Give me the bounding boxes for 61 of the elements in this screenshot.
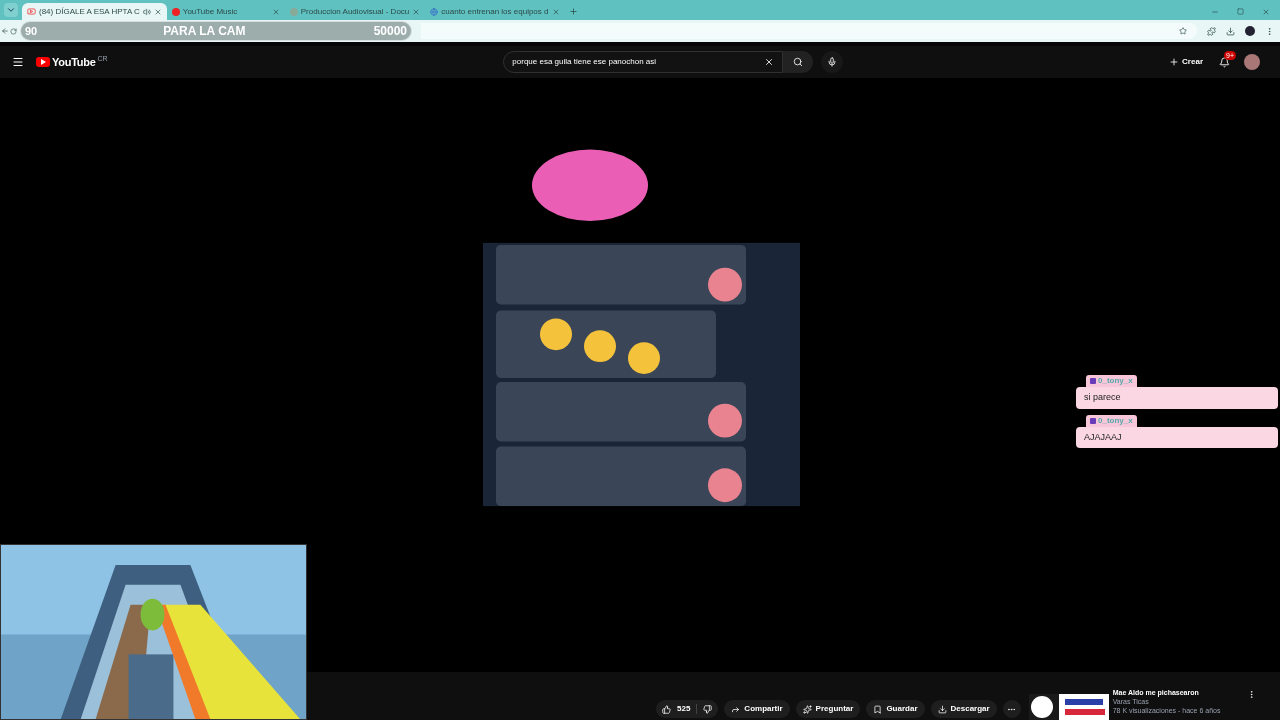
globe-icon — [430, 7, 439, 16]
back-icon[interactable] — [1, 27, 9, 35]
action-button[interactable]: Preguntar — [795, 700, 861, 718]
address-field[interactable] — [421, 23, 1197, 39]
profile-avatar[interactable] — [1245, 26, 1255, 36]
voice-search-button[interactable] — [821, 51, 844, 73]
badge-icon — [1090, 378, 1096, 384]
maximize-icon[interactable] — [1237, 8, 1244, 15]
close-icon — [271, 7, 280, 16]
reload-icon[interactable] — [10, 27, 17, 35]
clear-icon[interactable] — [764, 57, 775, 67]
create-button[interactable]: Crear — [1169, 56, 1203, 68]
chevron-icon — [6, 5, 16, 15]
bookmark-icon — [873, 704, 883, 714]
close-icon — [412, 7, 421, 16]
badge-icon — [1090, 417, 1096, 424]
browser-tab[interactable]: (84) DÍGALE A ESA HPTA C — [22, 3, 167, 20]
search-text: porque esa guila tiene ese panochon asi — [512, 56, 658, 68]
goal-label: PARA LA CAM — [163, 23, 246, 40]
chat-message: si parece — [1076, 387, 1278, 409]
like-dislike-control[interactable]: 525 — [656, 700, 719, 718]
browser-tab[interactable]: Produccion Audiovisual - Docu — [284, 3, 426, 20]
goal-current: 90 — [25, 23, 38, 39]
speaker-icon — [142, 7, 151, 16]
tab-title: YouTube Music — [182, 6, 239, 17]
menu-icon[interactable] — [12, 56, 24, 68]
play-icon — [36, 57, 50, 67]
like-count: 525 — [677, 703, 691, 715]
action-button[interactable]: Descargar — [930, 700, 997, 718]
tab-title: (84) DÍGALE A ESA HPTA C — [39, 6, 140, 17]
chat-message: AJAJAAJ — [1076, 426, 1278, 448]
plus-icon — [1169, 57, 1180, 67]
like-icon — [662, 704, 671, 714]
download-icon[interactable] — [1226, 26, 1235, 36]
chat-username: 0_tony_x — [1086, 414, 1137, 427]
search-button[interactable] — [783, 51, 814, 73]
share-icon — [731, 704, 741, 714]
search-icon — [793, 57, 804, 67]
chat-username: 0_tony_x — [1086, 375, 1137, 387]
extensions-icon[interactable] — [1207, 26, 1216, 36]
close-icon — [551, 7, 560, 16]
tab-title: Produccion Audiovisual - Docu — [300, 6, 410, 17]
mic-icon — [827, 57, 838, 67]
sparkle-icon — [802, 704, 812, 714]
browser-tab[interactable]: YouTube Music — [166, 3, 285, 20]
dislike-icon — [703, 704, 713, 714]
search-field[interactable]: porque esa guila tiene ese panochon asi — [503, 51, 784, 73]
action-button[interactable]: Guardar — [866, 700, 925, 718]
user-avatar[interactable] — [1244, 54, 1260, 70]
notifications-icon[interactable] — [1219, 56, 1230, 68]
goal-target: 50000 — [373, 23, 407, 40]
bookmark-icon — [1179, 27, 1187, 35]
tab-title: cuanto entrenan los equipos d — [441, 6, 549, 17]
close-icon[interactable] — [1262, 8, 1270, 16]
action-button[interactable]: Compartir — [724, 700, 790, 718]
close-icon — [153, 7, 162, 16]
new-tab-icon[interactable] — [568, 7, 578, 16]
download-icon — [937, 704, 947, 714]
video-icon — [27, 7, 36, 16]
logo-text: YouTube — [52, 54, 96, 70]
browser-tab[interactable]: cuanto entrenan los equipos d — [425, 3, 565, 20]
